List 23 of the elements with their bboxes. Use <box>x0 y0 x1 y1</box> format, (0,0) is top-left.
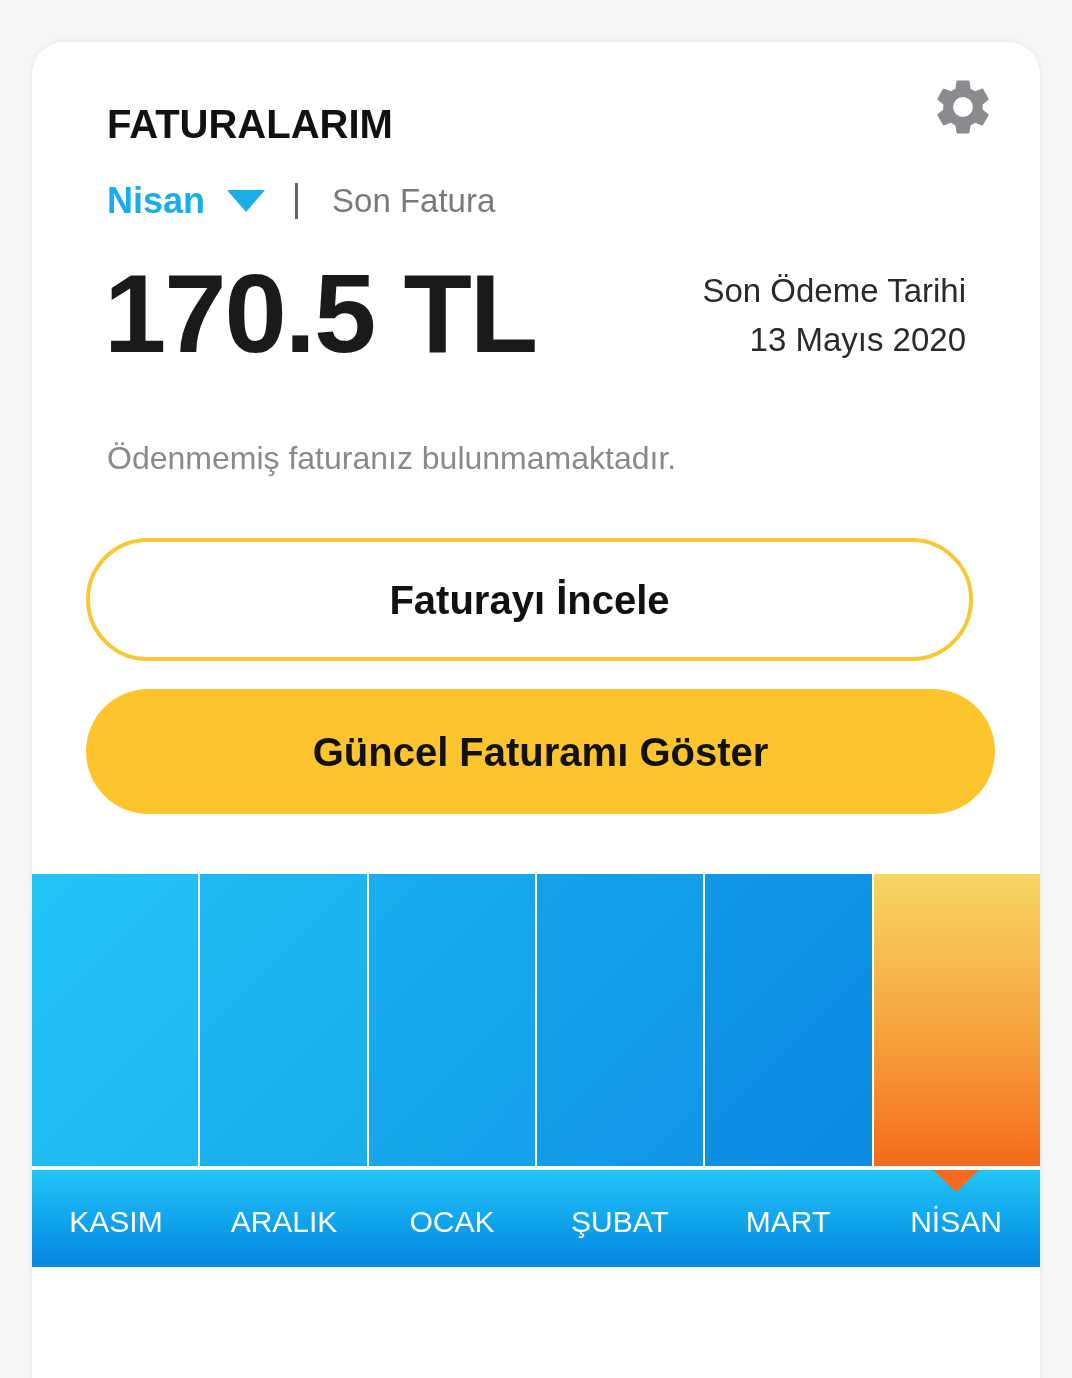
month-bar[interactable] <box>32 874 199 1166</box>
period-label: Son Fatura <box>332 181 496 222</box>
month-label[interactable]: OCAK <box>409 1199 495 1244</box>
view-bill-button[interactable]: Faturayı İncele <box>86 538 973 661</box>
month-bar[interactable] <box>368 874 535 1166</box>
month-dropdown[interactable]: Nisan <box>107 174 266 228</box>
pointer-icon <box>933 1170 979 1192</box>
caret-icon <box>227 190 266 212</box>
month-label[interactable]: ŞUBAT <box>571 1199 669 1244</box>
due-date: 13 Mayıs 2020 <box>749 320 966 360</box>
month-label[interactable]: ARALIK <box>230 1199 338 1244</box>
month-bar[interactable] <box>705 874 872 1166</box>
month-label[interactable]: MART <box>745 1199 831 1244</box>
bill-amount: 170.5 TL <box>104 258 537 370</box>
status-message: Ödenmemiş faturanız bulunmamaktadır. <box>106 439 678 478</box>
month-label[interactable]: NİSAN <box>910 1199 1002 1244</box>
show-bill-button[interactable]: Güncel Faturamı Göster <box>86 689 995 814</box>
section-title: FATURALARIM <box>107 101 393 148</box>
month-bar[interactable] <box>200 874 367 1166</box>
month-label[interactable]: KASIM <box>69 1199 163 1244</box>
due-date-label: Son Ödeme Tarihi <box>702 271 966 311</box>
month-bar[interactable] <box>873 874 1040 1166</box>
month-bar[interactable] <box>537 874 704 1166</box>
